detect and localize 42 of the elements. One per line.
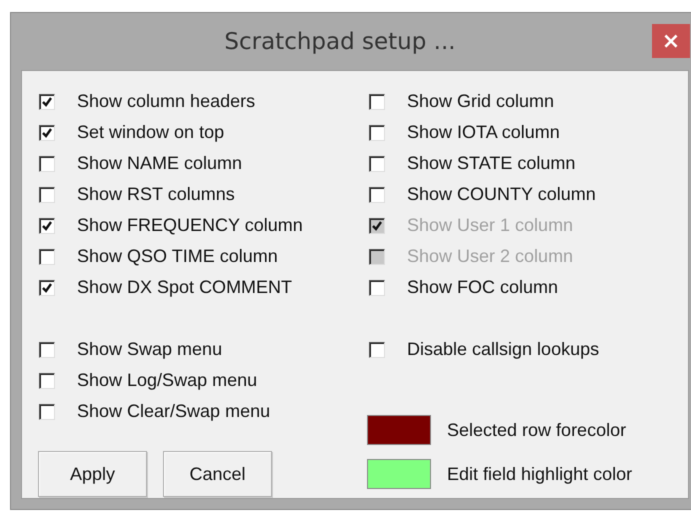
checkbox-label: Show COUNTY column	[407, 184, 596, 205]
checkbox[interactable]	[369, 280, 385, 296]
checkbox-label: Show FREQUENCY column	[77, 215, 303, 236]
checkbox[interactable]	[39, 218, 55, 234]
checkbox-label: Show Grid column	[407, 91, 554, 112]
checkbox[interactable]	[39, 124, 55, 140]
checkbox-label: Set window on top	[77, 122, 224, 143]
checkbox-label: Show column headers	[77, 91, 256, 112]
checkbox[interactable]	[39, 186, 55, 202]
checkbox[interactable]	[369, 342, 385, 358]
dialog-button[interactable]: Cancel	[163, 451, 272, 497]
checkbox[interactable]	[39, 156, 55, 172]
checkbox-label: Show User 1 column	[407, 215, 574, 236]
checkbox[interactable]	[369, 94, 385, 110]
checkbox-label: Show DX Spot COMMENT	[77, 277, 292, 298]
color-swatch[interactable]	[367, 459, 431, 489]
checkbox[interactable]	[39, 372, 55, 388]
checkbox-label: Show Log/Swap menu	[77, 370, 258, 391]
checkbox-label: Show Swap menu	[77, 339, 222, 360]
checkbox-label: Show QSO TIME column	[77, 246, 278, 267]
window-title: Scratchpad setup ...	[224, 28, 456, 54]
checkbox[interactable]	[39, 280, 55, 296]
color-label: Edit field highlight color	[447, 464, 632, 484]
checkbox-label: Show NAME column	[77, 153, 242, 174]
color-label: Selected row forecolor	[447, 420, 626, 440]
checkbox-label: Show RST columns	[77, 184, 235, 205]
checkbox-label: Disable callsign lookups	[407, 339, 600, 360]
checkbox[interactable]	[39, 342, 55, 358]
checkbox[interactable]	[369, 186, 385, 202]
checkbox[interactable]	[369, 156, 385, 172]
checkbox-label: Show User 2 column	[407, 246, 574, 267]
checkbox-label: Show IOTA column	[407, 122, 560, 143]
checkbox[interactable]	[369, 124, 385, 140]
close-button[interactable]: ×	[652, 24, 690, 58]
checkbox-label: Show STATE column	[407, 153, 576, 174]
checkbox[interactable]	[39, 94, 55, 110]
checkbox-label: Show Clear/Swap menu	[77, 401, 270, 422]
checkbox[interactable]	[39, 404, 55, 420]
checkbox-label: Show FOC column	[407, 277, 558, 298]
checkbox[interactable]	[39, 248, 55, 264]
dialog-button[interactable]: Apply	[38, 451, 147, 497]
color-swatch[interactable]	[367, 415, 431, 445]
